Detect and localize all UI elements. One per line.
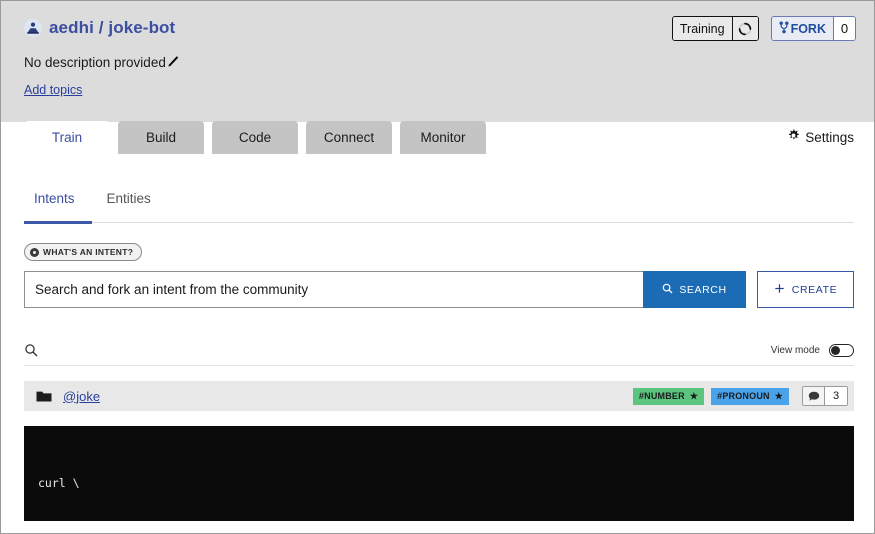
entity-badge-pronoun-label: #PRONOUN [717,391,770,401]
tab-train[interactable]: Train [24,121,110,154]
training-label: Training [673,17,732,40]
entity-badge-number-label: #NUMBER [639,391,685,401]
subtab-intents[interactable]: Intents [24,191,91,214]
entity-badge-pronoun[interactable]: #PRONOUN ★ [711,388,789,405]
whats-an-intent-button[interactable]: WHAT'S AN INTENT? [24,243,142,261]
fork-count: 0 [833,17,855,40]
header-actions: Training [672,16,856,41]
view-mode-control: View mode [771,344,854,357]
content-panel: Intents Entities WHAT'S AN INTENT? SEARC… [1,153,874,533]
intent-list-toolbar: View mode [24,335,854,365]
add-topics-link[interactable]: Add topics [24,83,82,97]
search-button-label: SEARCH [679,284,726,296]
create-button[interactable]: CREATE [757,271,854,308]
list-search-icon[interactable] [24,343,38,357]
pencil-icon[interactable] [167,55,180,70]
app-window: aedhi / joke-bot No description provided… [0,0,875,534]
subtab-entities[interactable]: Entities [91,191,167,214]
search-icon [662,283,673,297]
bot-description: No description provided [24,55,180,70]
folder-icon [36,390,52,403]
sub-tab-bar: Intents Entities [24,191,167,214]
description-text: No description provided [24,55,166,70]
star-icon: ★ [690,392,698,401]
fork-icon [779,21,789,37]
table-row[interactable]: @joke #NUMBER ★ #PRONOUN ★ 3 [24,381,854,411]
settings-button[interactable]: Settings [787,129,854,145]
expression-count: 3 [825,387,847,405]
create-button-label: CREATE [792,284,837,296]
list-divider [24,365,854,366]
tab-monitor[interactable]: Monitor [400,121,486,154]
page-header: aedhi / joke-bot No description provided… [1,1,874,122]
info-dot-icon [30,248,39,257]
tab-build[interactable]: Build [118,121,204,154]
whats-an-intent-label: WHAT'S AN INTENT? [43,247,133,257]
repo-title-row: aedhi / joke-bot [24,18,175,38]
entity-badge-number[interactable]: #NUMBER ★ [633,388,704,405]
fork-button[interactable]: FORK [772,17,833,40]
repo-name[interactable]: joke-bot [108,18,175,37]
plus-icon [774,283,785,297]
search-input[interactable] [24,271,643,308]
spinner-icon [732,17,758,40]
repo-owner[interactable]: aedhi [49,18,94,37]
repo-separator: / [94,18,108,37]
sub-tab-rule [24,222,854,223]
star-icon: ★ [775,392,783,401]
expression-count-control[interactable]: 3 [802,386,848,406]
bot-avatar-icon [24,19,42,37]
search-button[interactable]: SEARCH [643,271,746,308]
code-snippet[interactable]: curl \ -H "Authorization: Token 41638d65… [24,426,854,521]
fork-control: FORK 0 [771,16,856,41]
gear-icon [787,129,800,145]
main-tab-bar: Train Build Code Connect Monitor [24,121,486,154]
tab-code[interactable]: Code [212,121,298,154]
community-search-row: SEARCH CREATE [24,271,854,308]
settings-label: Settings [805,130,854,145]
speech-bubble-icon [803,387,825,405]
view-mode-toggle[interactable] [829,344,854,357]
tab-connect[interactable]: Connect [306,121,392,154]
training-status[interactable]: Training [672,16,759,41]
page-title: aedhi / joke-bot [49,18,175,38]
intent-link[interactable]: @joke [63,389,100,404]
sub-tab-active-indicator [24,221,92,224]
code-line-1: curl \ [24,474,854,493]
view-mode-label: View mode [771,345,820,356]
fork-label: FORK [791,22,826,36]
